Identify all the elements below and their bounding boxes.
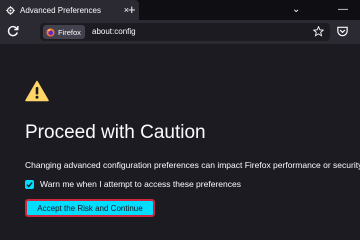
- warn-checkbox[interactable]: [25, 179, 34, 189]
- tab-advanced-preferences[interactable]: Advanced Preferences ×: [0, 0, 139, 20]
- page-title: Proceed with Caution: [25, 122, 206, 143]
- page-content: Proceed with Caution Changing advanced c…: [0, 44, 360, 240]
- firefox-icon: [46, 27, 55, 37]
- gear-icon: [6, 5, 15, 15]
- pocket-icon[interactable]: [336, 25, 349, 38]
- star-icon[interactable]: [313, 26, 324, 37]
- warn-checkbox-label[interactable]: Warn me when I attempt to access these p…: [40, 179, 241, 189]
- list-all-tabs-button[interactable]: ⌄: [292, 3, 300, 17]
- new-tab-button[interactable]: +: [128, 2, 136, 18]
- warning-description: Changing advanced configuration preferen…: [25, 160, 360, 170]
- minimize-button[interactable]: —: [338, 3, 348, 17]
- warn-checkbox-row[interactable]: Warn me when I attempt to access these p…: [25, 178, 241, 190]
- identity-box[interactable]: Firefox: [43, 25, 85, 39]
- tab-strip: Advanced Preferences × + ⌄ —: [0, 0, 360, 20]
- address-bar[interactable]: Firefox about:config: [40, 23, 330, 41]
- accept-risk-button[interactable]: Accept the Risk and Continue: [25, 199, 155, 217]
- reload-icon[interactable]: [6, 24, 20, 38]
- identity-label: Firefox: [58, 27, 81, 37]
- checkmark-icon: [26, 181, 33, 187]
- warning-icon: [25, 80, 49, 102]
- tab-title: Advanced Preferences: [20, 5, 101, 15]
- url-text[interactable]: about:config: [92, 27, 136, 36]
- navigation-toolbar: Firefox about:config: [0, 20, 360, 44]
